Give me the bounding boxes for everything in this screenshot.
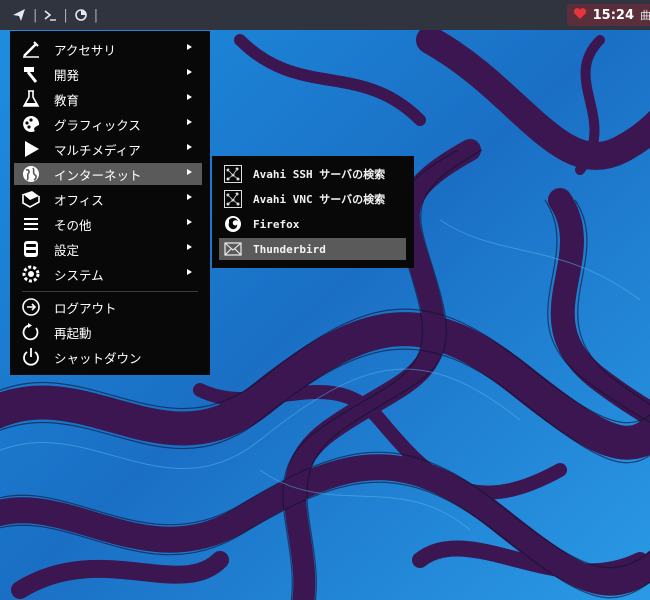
menu-item-system[interactable]: システム	[14, 263, 202, 285]
logout-icon	[20, 296, 42, 318]
submenu-item-label: Firefox	[253, 217, 300, 231]
submenu-item-label: Thunderbird	[253, 242, 326, 256]
panel-separator: |	[33, 7, 38, 23]
menu-item-logout[interactable]: ログアウト	[14, 296, 202, 318]
internet-submenu: Avahi SSH サーバの検索 Avahi VNC サーバの検索 Firefo…	[212, 156, 414, 268]
panel-separator: |	[63, 7, 68, 23]
submenu-arrow-icon	[187, 194, 192, 200]
menu-item-label: マルチメディア	[54, 142, 141, 158]
app-icon[interactable]	[73, 6, 89, 24]
menu-item-other[interactable]: その他	[14, 213, 202, 235]
terminal-icon[interactable]	[42, 6, 58, 24]
other-icon	[20, 213, 42, 235]
restart-icon	[20, 321, 42, 343]
menu-item-multimedia[interactable]: マルチメディア	[14, 138, 202, 160]
submenu-item-avahi-vnc[interactable]: Avahi VNC サーバの検索	[219, 188, 406, 210]
network-icon	[222, 163, 244, 185]
submenu-arrow-icon	[187, 69, 192, 75]
menu-item-label: 設定	[54, 242, 80, 258]
menu-item-label: ログアウト	[54, 300, 117, 316]
multimedia-icon	[20, 138, 42, 160]
menu-item-label: アクセサリ	[54, 42, 116, 58]
menu-item-label: オフィス	[54, 192, 104, 208]
education-icon	[20, 88, 42, 110]
menu-item-label: インターネット	[54, 167, 142, 183]
development-icon	[20, 63, 42, 85]
panel-left-area: | | |	[0, 0, 103, 30]
menu-item-label: システム	[54, 267, 104, 283]
heart-icon[interactable]	[573, 7, 587, 24]
menu-item-office[interactable]: オフィス	[14, 188, 202, 210]
menu-item-accessories[interactable]: アクセサリ	[14, 38, 202, 60]
system-tray: 15:24 曲	[566, 4, 650, 26]
submenu-arrow-icon	[187, 169, 192, 175]
menu-item-development[interactable]: 開発	[14, 63, 202, 85]
firefox-icon	[222, 213, 244, 235]
office-icon	[20, 188, 42, 210]
menu-item-shutdown[interactable]: シャットダウン	[14, 346, 202, 368]
menu-item-label: その他	[54, 217, 92, 233]
submenu-item-avahi-ssh[interactable]: Avahi SSH サーバの検索	[219, 163, 406, 185]
submenu-item-label: Avahi SSH サーバの検索	[253, 168, 386, 181]
submenu-arrow-icon	[187, 94, 192, 100]
submenu-item-firefox[interactable]: Firefox	[219, 213, 406, 235]
menu-item-label: 開発	[54, 67, 80, 83]
settings-icon	[20, 238, 42, 260]
internet-icon	[20, 163, 42, 185]
graphics-icon	[20, 113, 42, 135]
mail-icon	[222, 238, 244, 260]
menu-item-graphics[interactable]: グラフィックス	[14, 113, 202, 135]
system-icon	[20, 263, 42, 285]
menu-item-internet[interactable]: インターネット	[14, 163, 202, 185]
top-panel: | | | 15:24 曲	[0, 0, 650, 30]
menu-divider	[22, 291, 198, 292]
submenu-arrow-icon	[187, 144, 192, 150]
menu-item-label: グラフィックス	[54, 117, 141, 133]
clock[interactable]: 15:24	[593, 8, 634, 23]
launcher-icon[interactable]	[10, 6, 28, 24]
submenu-arrow-icon	[187, 269, 192, 275]
panel-separator: |	[93, 7, 99, 23]
calendar-text[interactable]: 曲	[640, 7, 650, 23]
submenu-arrow-icon	[187, 219, 192, 225]
menu-item-restart[interactable]: 再起動	[14, 321, 202, 343]
shutdown-icon	[20, 346, 42, 368]
submenu-arrow-icon	[187, 44, 192, 50]
menu-item-education[interactable]: 教育	[14, 88, 202, 110]
submenu-arrow-icon	[187, 119, 192, 125]
menu-item-label: 教育	[54, 92, 80, 108]
menu-item-label: シャットダウン	[54, 350, 142, 366]
menu-item-label: 再起動	[54, 325, 92, 341]
application-menu: アクセサリ 開発 教育 グラフィックス マルチメディア インターネット オフィス…	[10, 31, 210, 375]
submenu-arrow-icon	[187, 244, 192, 250]
network-icon	[222, 188, 244, 210]
submenu-item-thunderbird[interactable]: Thunderbird	[219, 238, 406, 260]
menu-item-settings[interactable]: 設定	[14, 238, 202, 260]
accessories-icon	[20, 38, 42, 60]
submenu-item-label: Avahi VNC サーバの検索	[253, 193, 386, 206]
